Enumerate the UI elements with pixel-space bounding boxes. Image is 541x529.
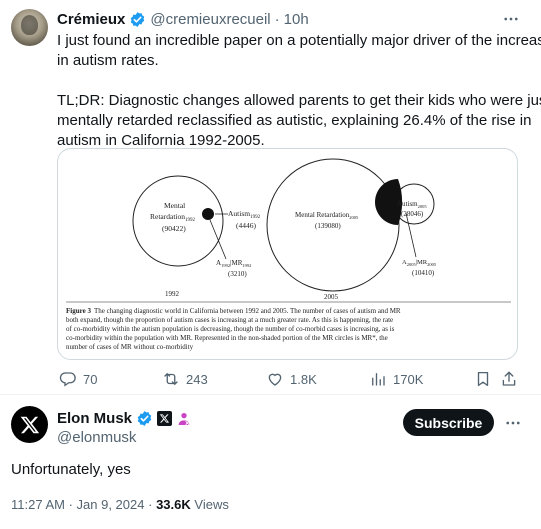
tweet-time[interactable]: 10h (284, 11, 309, 28)
svg-text:A1992|MR1992: A1992|MR1992 (216, 259, 251, 268)
venn-figure: Mental Retardation1992 (90422) Autism199… (66, 158, 511, 351)
share-icon (502, 371, 516, 386)
autism-2005-sub: 2005 (418, 204, 428, 209)
author-handle[interactable]: @cremieuxrecueil (150, 11, 270, 28)
more-options-icon[interactable] (504, 414, 522, 437)
verified-badge-icon (137, 411, 152, 426)
more-options-icon[interactable] (502, 10, 520, 33)
year-2005: 2005 (324, 293, 339, 301)
tweet-line: I just found an incredible paper on a po… (57, 32, 541, 49)
pink-badge-icon (178, 412, 190, 425)
tweet-timestamp[interactable]: 11:27 AM · Jan 9, 2024 (11, 497, 144, 512)
mr-1992-value: (90422) (162, 224, 186, 233)
tweet-header: Crémieux @cremieuxrecueil · 10h (57, 11, 309, 28)
mr-1992-label: Mental (164, 201, 185, 210)
views-label: Views (194, 497, 229, 512)
tweet-line: mentally retarded reclassified as autist… (57, 112, 532, 129)
share-button[interactable] (500, 370, 518, 388)
author-name[interactable]: Elon Musk (57, 410, 132, 427)
views-count: 33.6K (156, 497, 191, 512)
reply-body: Unfortunately, yes (11, 461, 131, 478)
x-affiliate-icon (157, 411, 173, 426)
caption-line: of co-morbidity within the autism popula… (66, 325, 395, 333)
views-button[interactable]: 170K (369, 370, 423, 388)
reply-button[interactable]: 70 (59, 370, 97, 388)
x-logo-icon (20, 416, 39, 433)
overlap-2005-value: (10410) (412, 269, 435, 277)
dot-separator: · (274, 11, 280, 28)
svg-text:Mental Retardation2005: Mental Retardation2005 (295, 211, 359, 220)
autism-1992-sub: 1992 (250, 215, 261, 220)
author-handle[interactable]: @elonmusk (57, 429, 136, 446)
subscribe-button[interactable]: Subscribe (403, 409, 494, 436)
autism-1992-value: (4446) (236, 221, 256, 230)
caption-line: The changing diagnostic world in Califor… (94, 307, 401, 315)
verified-badge-icon (131, 12, 145, 27)
views-chart-icon (372, 373, 385, 386)
repost-button[interactable]: 243 (162, 370, 208, 388)
mr-2005-sub: 2005 (349, 215, 359, 220)
avatar[interactable] (11, 406, 48, 443)
overlap-1992-value: (3210) (228, 270, 247, 278)
views-count: 170K (393, 371, 424, 387)
year-1992: 1992 (165, 290, 180, 298)
svg-text:Figure 3The changing diagnosti: Figure 3 The changing diagnostic world in… (66, 307, 401, 315)
heart-icon (268, 373, 282, 386)
svg-text:Autism1992: Autism1992 (228, 209, 261, 220)
tweet-meta: 11:27 AM · Jan 9, 2024 · 33.6K Views (11, 497, 229, 512)
caption-label: Figure 3 (66, 307, 91, 315)
mr-2005-value: (139080) (315, 222, 341, 230)
caption-line: co-morbidity within the population with … (66, 334, 388, 342)
dot-separator: · (148, 497, 153, 512)
reply-header: Elon Musk (57, 410, 192, 427)
mr-1992-label2: Retardation (150, 212, 185, 221)
bookmark-button[interactable] (474, 370, 492, 388)
avatar[interactable] (11, 9, 48, 46)
svg-text:Retardation1992: Retardation1992 (150, 212, 196, 223)
mr-2005-label: Mental Retardation (295, 211, 350, 219)
autism-2005-label: Autism (397, 200, 418, 208)
like-button[interactable]: 1.8K (266, 370, 317, 388)
bookmark-icon (477, 371, 489, 387)
tweet-line: in autism rates. (57, 52, 159, 69)
repost-icon (164, 373, 178, 385)
autism-2005-value: (28046) (401, 210, 424, 218)
repost-count: 243 (186, 371, 208, 387)
tweet-body: I just found an incredible paper on a po… (57, 31, 541, 151)
caption-line: both expand, though the proportion of au… (66, 316, 393, 324)
caption-line: number of cases of MR without co-morbidi… (66, 343, 194, 351)
svg-text:Autism2005: Autism2005 (397, 200, 427, 209)
divider (0, 394, 541, 395)
svg-text:A2005|MR2005: A2005|MR2005 (402, 259, 437, 267)
tweet-line: TL;DR: Diagnostic changes allowed parent… (57, 92, 541, 109)
mr-1992-sub: 1992 (185, 218, 196, 223)
author-name[interactable]: Crémieux (57, 11, 125, 28)
tweet-media-image[interactable]: Mental Retardation1992 (90422) Autism199… (57, 148, 518, 360)
reply-icon (59, 372, 76, 387)
like-count: 1.8K (290, 371, 317, 387)
reply-count: 70 (83, 371, 98, 387)
autism-1992-label: Autism (228, 209, 250, 218)
